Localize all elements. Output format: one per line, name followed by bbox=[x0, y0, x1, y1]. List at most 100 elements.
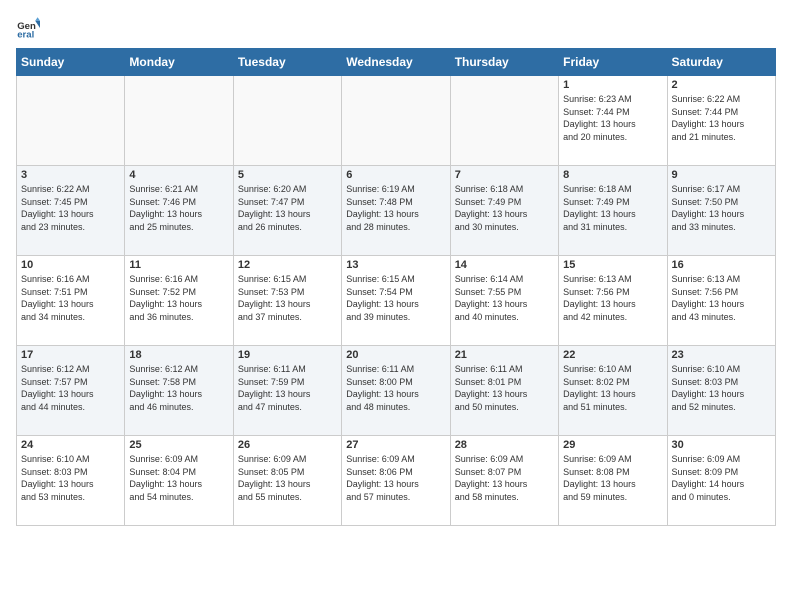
day-info: Sunrise: 6:13 AM Sunset: 7:56 PM Dayligh… bbox=[563, 273, 662, 323]
day-info: Sunrise: 6:09 AM Sunset: 8:07 PM Dayligh… bbox=[455, 453, 554, 503]
weekday-thursday: Thursday bbox=[450, 49, 558, 76]
calendar-cell: 22 Sunrise: 6:10 AM Sunset: 8:02 PM Dayli… bbox=[559, 346, 667, 436]
day-info: Sunrise: 6:13 AM Sunset: 7:56 PM Dayligh… bbox=[672, 273, 771, 323]
day-number: 30 bbox=[672, 439, 771, 451]
day-info: Sunrise: 6:09 AM Sunset: 8:06 PM Dayligh… bbox=[346, 453, 445, 503]
day-info: Sunrise: 6:17 AM Sunset: 7:50 PM Dayligh… bbox=[672, 183, 771, 233]
calendar-week-4: 17 Sunrise: 6:12 AM Sunset: 7:57 PM Dayli… bbox=[17, 346, 776, 436]
day-info: Sunrise: 6:11 AM Sunset: 7:59 PM Dayligh… bbox=[238, 363, 337, 413]
day-number: 14 bbox=[455, 259, 554, 271]
calendar-cell bbox=[342, 76, 450, 166]
day-info: Sunrise: 6:14 AM Sunset: 7:55 PM Dayligh… bbox=[455, 273, 554, 323]
calendar-cell: 5 Sunrise: 6:20 AM Sunset: 7:47 PM Daylig… bbox=[233, 166, 341, 256]
calendar-cell: 15 Sunrise: 6:13 AM Sunset: 7:56 PM Dayli… bbox=[559, 256, 667, 346]
page-header: Gen eral bbox=[16, 16, 776, 40]
day-number: 24 bbox=[21, 439, 120, 451]
day-number: 17 bbox=[21, 349, 120, 361]
day-info: Sunrise: 6:10 AM Sunset: 8:03 PM Dayligh… bbox=[21, 453, 120, 503]
calendar-cell bbox=[450, 76, 558, 166]
day-number: 28 bbox=[455, 439, 554, 451]
calendar-body: 1Sunrise: 6:23 AM Sunset: 7:44 PM Daylig… bbox=[17, 76, 776, 526]
day-info: Sunrise: 6:22 AM Sunset: 7:44 PM Dayligh… bbox=[672, 93, 771, 143]
day-number: 15 bbox=[563, 259, 662, 271]
calendar-cell: 24 Sunrise: 6:10 AM Sunset: 8:03 PM Dayli… bbox=[17, 436, 125, 526]
day-info: Sunrise: 6:09 AM Sunset: 8:05 PM Dayligh… bbox=[238, 453, 337, 503]
weekday-header-row: SundayMondayTuesdayWednesdayThursdayFrid… bbox=[17, 49, 776, 76]
calendar-cell: 8Sunrise: 6:18 AM Sunset: 7:49 PM Daylig… bbox=[559, 166, 667, 256]
calendar-cell: 21 Sunrise: 6:11 AM Sunset: 8:01 PM Dayli… bbox=[450, 346, 558, 436]
calendar-cell: 26Sunrise: 6:09 AM Sunset: 8:05 PM Dayli… bbox=[233, 436, 341, 526]
calendar-week-2: 3 Sunrise: 6:22 AM Sunset: 7:45 PM Daylig… bbox=[17, 166, 776, 256]
calendar-cell: 28 Sunrise: 6:09 AM Sunset: 8:07 PM Dayli… bbox=[450, 436, 558, 526]
day-info: Sunrise: 6:21 AM Sunset: 7:46 PM Dayligh… bbox=[129, 183, 228, 233]
day-number: 4 bbox=[129, 169, 228, 181]
day-number: 10 bbox=[21, 259, 120, 271]
calendar-cell: 13Sunrise: 6:15 AM Sunset: 7:54 PM Dayli… bbox=[342, 256, 450, 346]
day-number: 29 bbox=[563, 439, 662, 451]
day-info: Sunrise: 6:23 AM Sunset: 7:44 PM Dayligh… bbox=[563, 93, 662, 143]
day-number: 16 bbox=[672, 259, 771, 271]
day-info: Sunrise: 6:12 AM Sunset: 7:57 PM Dayligh… bbox=[21, 363, 120, 413]
day-info: Sunrise: 6:11 AM Sunset: 8:00 PM Dayligh… bbox=[346, 363, 445, 413]
calendar-cell: 4 Sunrise: 6:21 AM Sunset: 7:46 PM Daylig… bbox=[125, 166, 233, 256]
day-info: Sunrise: 6:19 AM Sunset: 7:48 PM Dayligh… bbox=[346, 183, 445, 233]
calendar-cell: 14 Sunrise: 6:14 AM Sunset: 7:55 PM Dayli… bbox=[450, 256, 558, 346]
day-number: 22 bbox=[563, 349, 662, 361]
day-number: 25 bbox=[129, 439, 228, 451]
day-info: Sunrise: 6:15 AM Sunset: 7:54 PM Dayligh… bbox=[346, 273, 445, 323]
day-number: 20 bbox=[346, 349, 445, 361]
logo-icon: Gen eral bbox=[16, 16, 40, 40]
calendar: SundayMondayTuesdayWednesdayThursdayFrid… bbox=[16, 48, 776, 526]
day-number: 23 bbox=[672, 349, 771, 361]
day-number: 12 bbox=[238, 259, 337, 271]
day-info: Sunrise: 6:09 AM Sunset: 8:09 PM Dayligh… bbox=[672, 453, 771, 503]
calendar-cell: 29 Sunrise: 6:09 AM Sunset: 8:08 PM Dayli… bbox=[559, 436, 667, 526]
calendar-cell: 3 Sunrise: 6:22 AM Sunset: 7:45 PM Daylig… bbox=[17, 166, 125, 256]
day-number: 6 bbox=[346, 169, 445, 181]
svg-text:eral: eral bbox=[17, 30, 34, 40]
day-number: 3 bbox=[21, 169, 120, 181]
day-info: Sunrise: 6:15 AM Sunset: 7:53 PM Dayligh… bbox=[238, 273, 337, 323]
calendar-cell: 18Sunrise: 6:12 AM Sunset: 7:58 PM Dayli… bbox=[125, 346, 233, 436]
day-number: 9 bbox=[672, 169, 771, 181]
weekday-tuesday: Tuesday bbox=[233, 49, 341, 76]
day-info: Sunrise: 6:11 AM Sunset: 8:01 PM Dayligh… bbox=[455, 363, 554, 413]
day-info: Sunrise: 6:16 AM Sunset: 7:51 PM Dayligh… bbox=[21, 273, 120, 323]
day-number: 8 bbox=[563, 169, 662, 181]
day-info: Sunrise: 6:20 AM Sunset: 7:47 PM Dayligh… bbox=[238, 183, 337, 233]
weekday-wednesday: Wednesday bbox=[342, 49, 450, 76]
calendar-cell bbox=[125, 76, 233, 166]
calendar-cell: 9 Sunrise: 6:17 AM Sunset: 7:50 PM Daylig… bbox=[667, 166, 775, 256]
calendar-cell: 2 Sunrise: 6:22 AM Sunset: 7:44 PM Daylig… bbox=[667, 76, 775, 166]
day-number: 11 bbox=[129, 259, 228, 271]
day-number: 19 bbox=[238, 349, 337, 361]
day-info: Sunrise: 6:10 AM Sunset: 8:03 PM Dayligh… bbox=[672, 363, 771, 413]
weekday-monday: Monday bbox=[125, 49, 233, 76]
calendar-cell: 27 Sunrise: 6:09 AM Sunset: 8:06 PM Dayli… bbox=[342, 436, 450, 526]
day-info: Sunrise: 6:22 AM Sunset: 7:45 PM Dayligh… bbox=[21, 183, 120, 233]
calendar-cell: 1Sunrise: 6:23 AM Sunset: 7:44 PM Daylig… bbox=[559, 76, 667, 166]
calendar-cell: 25 Sunrise: 6:09 AM Sunset: 8:04 PM Dayli… bbox=[125, 436, 233, 526]
day-info: Sunrise: 6:09 AM Sunset: 8:08 PM Dayligh… bbox=[563, 453, 662, 503]
day-number: 5 bbox=[238, 169, 337, 181]
day-info: Sunrise: 6:18 AM Sunset: 7:49 PM Dayligh… bbox=[455, 183, 554, 233]
calendar-cell: 19 Sunrise: 6:11 AM Sunset: 7:59 PM Dayli… bbox=[233, 346, 341, 436]
calendar-cell: 16 Sunrise: 6:13 AM Sunset: 7:56 PM Dayli… bbox=[667, 256, 775, 346]
calendar-cell: 30 Sunrise: 6:09 AM Sunset: 8:09 PM Dayli… bbox=[667, 436, 775, 526]
day-info: Sunrise: 6:16 AM Sunset: 7:52 PM Dayligh… bbox=[129, 273, 228, 323]
day-number: 27 bbox=[346, 439, 445, 451]
day-info: Sunrise: 6:10 AM Sunset: 8:02 PM Dayligh… bbox=[563, 363, 662, 413]
calendar-cell: 23 Sunrise: 6:10 AM Sunset: 8:03 PM Dayli… bbox=[667, 346, 775, 436]
calendar-week-1: 1Sunrise: 6:23 AM Sunset: 7:44 PM Daylig… bbox=[17, 76, 776, 166]
weekday-saturday: Saturday bbox=[667, 49, 775, 76]
calendar-week-5: 24 Sunrise: 6:10 AM Sunset: 8:03 PM Dayli… bbox=[17, 436, 776, 526]
calendar-week-3: 10 Sunrise: 6:16 AM Sunset: 7:51 PM Dayli… bbox=[17, 256, 776, 346]
day-number: 21 bbox=[455, 349, 554, 361]
calendar-cell: 12 Sunrise: 6:15 AM Sunset: 7:53 PM Dayli… bbox=[233, 256, 341, 346]
calendar-cell: 11 Sunrise: 6:16 AM Sunset: 7:52 PM Dayli… bbox=[125, 256, 233, 346]
calendar-cell: 10 Sunrise: 6:16 AM Sunset: 7:51 PM Dayli… bbox=[17, 256, 125, 346]
calendar-cell: 6 Sunrise: 6:19 AM Sunset: 7:48 PM Daylig… bbox=[342, 166, 450, 256]
day-number: 2 bbox=[672, 79, 771, 91]
day-info: Sunrise: 6:09 AM Sunset: 8:04 PM Dayligh… bbox=[129, 453, 228, 503]
weekday-friday: Friday bbox=[559, 49, 667, 76]
